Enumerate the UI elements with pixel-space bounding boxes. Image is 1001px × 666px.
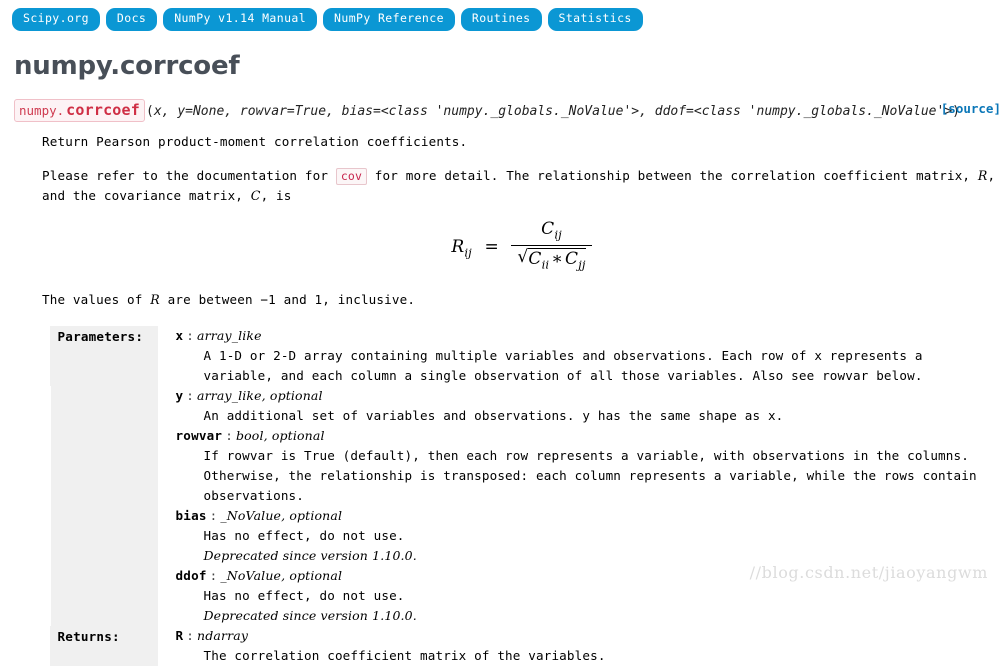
formula-den-operator: ∗ bbox=[551, 249, 563, 270]
param-desc-rowvar: If rowvar is True (default), then each r… bbox=[203, 447, 977, 503]
param-type-ddof: _NoValue, optional bbox=[220, 567, 343, 583]
param-sep: : bbox=[186, 627, 195, 643]
var-C-inline: C bbox=[250, 187, 261, 203]
param-name-bias: bias bbox=[175, 507, 207, 523]
table-row: Returns: R: ndarray The correlation coeff… bbox=[49, 625, 999, 666]
top-navigation-bar: Scipy.org Docs NumPy v1.14 Manual NumPy … bbox=[0, 0, 1001, 31]
formula-numerator-subscript: ij bbox=[554, 227, 562, 242]
parameters-label: Parameters: bbox=[49, 325, 158, 386]
table-row: Parameters: x: array_like A 1-D or 2-D ar… bbox=[49, 325, 999, 386]
return-entry-R: R: ndarray The correlation coefficient ma… bbox=[158, 626, 999, 666]
param-name-rowvar: rowvar bbox=[175, 427, 223, 443]
source-link[interactable]: [source] bbox=[941, 101, 1001, 116]
nav-link-statistics[interactable]: Statistics bbox=[547, 8, 643, 31]
formula-den-b: C bbox=[565, 249, 579, 270]
signature-module-prefix: numpy. bbox=[19, 102, 65, 118]
formula-fraction: Cij Cii∗Cjj bbox=[511, 219, 592, 275]
param-type-rowvar: bool, optional bbox=[235, 427, 325, 443]
signature-name-box: numpy. corrcoef bbox=[14, 98, 146, 122]
values-text-1: The values of bbox=[42, 291, 143, 307]
param-sep: : bbox=[186, 327, 195, 343]
nav-link-numpy-manual[interactable]: NumPy v1.14 Manual bbox=[163, 8, 318, 31]
refer-text-1: Please refer to the documentation for bbox=[42, 167, 329, 183]
documentation-body: Return Pearson product-moment correlatio… bbox=[42, 132, 1001, 666]
signature-open-paren: ( bbox=[146, 103, 154, 119]
table-gutter bbox=[48, 565, 158, 626]
returns-label: Returns: bbox=[49, 625, 158, 666]
param-type-y: array_like, optional bbox=[197, 387, 323, 403]
formula-den-a: C bbox=[528, 249, 542, 270]
watermark: //blog.csdn.net/jiaoyangwm bbox=[749, 563, 988, 582]
page-title: numpy.corrcoef bbox=[14, 50, 240, 81]
formula-lhs-subscript: ij bbox=[464, 245, 472, 260]
parameter-entry-bias: bias: _NoValue, optional Has no effect, d… bbox=[158, 506, 999, 566]
nav-link-routines[interactable]: Routines bbox=[460, 8, 542, 31]
nav-link-numpy-reference[interactable]: NumPy Reference bbox=[323, 8, 455, 31]
signature-function-name: corrcoef bbox=[66, 100, 141, 119]
table-row: rowvar: bool, optional If rowvar is True … bbox=[48, 425, 999, 506]
table-gutter bbox=[48, 505, 158, 566]
param-sep: : bbox=[225, 427, 233, 443]
param-sep: : bbox=[186, 387, 195, 403]
cov-code-link[interactable]: cov bbox=[335, 167, 368, 185]
parameters-returns-table: Parameters: x: array_like A 1-D or 2-D ar… bbox=[48, 325, 1000, 666]
param-sep: : bbox=[209, 567, 218, 583]
table-row: bias: _NoValue, optional Has no effect, d… bbox=[48, 505, 999, 566]
table-gutter bbox=[48, 385, 158, 426]
param-deprecated-ddof: Deprecated since version 1.10.0. bbox=[203, 607, 417, 623]
table-gutter bbox=[48, 425, 158, 506]
parameter-entry-x: x: array_like A 1-D or 2-D array containi… bbox=[158, 326, 999, 386]
param-name-ddof: ddof bbox=[175, 567, 207, 583]
param-desc-y: An additional set of variables and obser… bbox=[203, 407, 784, 423]
summary-paragraph: Return Pearson product-moment correlatio… bbox=[42, 133, 468, 149]
param-type-bias: _NoValue, optional bbox=[220, 507, 343, 523]
formula-den-b-subscript: jj bbox=[578, 257, 586, 272]
formula-sqrt: Cii∗Cjj bbox=[517, 247, 586, 274]
parameter-entry-rowvar: rowvar: bool, optional If rowvar is True … bbox=[158, 426, 999, 506]
formula-denominator: Cii∗Cjj bbox=[511, 245, 592, 274]
param-desc-ddof: Has no effect, do not use. bbox=[203, 587, 405, 603]
nav-link-docs[interactable]: Docs bbox=[105, 8, 158, 31]
formula-sqrt-radicand: Cii∗Cjj bbox=[528, 248, 586, 274]
refer-paragraph: Please refer to the documentation for co… bbox=[42, 166, 1001, 206]
return-desc-R: The correlation coefficient matrix of th… bbox=[203, 647, 606, 663]
param-type-x: array_like bbox=[197, 327, 262, 343]
formula-lhs: Rij bbox=[451, 237, 472, 260]
return-type-R: ndarray bbox=[197, 627, 249, 643]
nav-link-scipy-org[interactable]: Scipy.org bbox=[12, 8, 100, 31]
formula-numerator: Cij bbox=[511, 219, 591, 245]
signature-arguments: (x, y=None, rowvar=True, bias=<class 'nu… bbox=[146, 104, 960, 119]
param-desc-x: A 1-D or 2-D array containing multiple v… bbox=[203, 347, 923, 383]
param-sep: : bbox=[209, 507, 218, 523]
table-row: y: array_like, optional An additional set… bbox=[48, 385, 999, 426]
parameter-entry-y: y: array_like, optional An additional set… bbox=[158, 386, 999, 426]
refer-text-2: for more detail. The relationship betwee… bbox=[374, 167, 971, 183]
values-text-2: are between −1 and 1, inclusive. bbox=[167, 291, 416, 307]
param-desc-bias: Has no effect, do not use. bbox=[203, 527, 405, 543]
function-signature: numpy. corrcoef (x, y=None, rowvar=True, … bbox=[14, 98, 1001, 122]
formula-lhs-symbol: R bbox=[451, 237, 465, 258]
values-range-paragraph: The values of R are between −1 and 1, in… bbox=[42, 290, 1001, 310]
var-R-inline-2: R bbox=[150, 291, 160, 307]
formula-numerator-symbol: C bbox=[541, 218, 555, 239]
var-R-inline-1: R bbox=[977, 167, 988, 183]
refer-text-4: , is bbox=[260, 187, 292, 203]
formula-equals: = bbox=[484, 237, 499, 258]
correlation-formula: Rij = Cij Cii∗Cjj bbox=[42, 219, 1001, 276]
signature-args-text: x, y=None, rowvar=True, bias=<class 'num… bbox=[153, 103, 953, 119]
